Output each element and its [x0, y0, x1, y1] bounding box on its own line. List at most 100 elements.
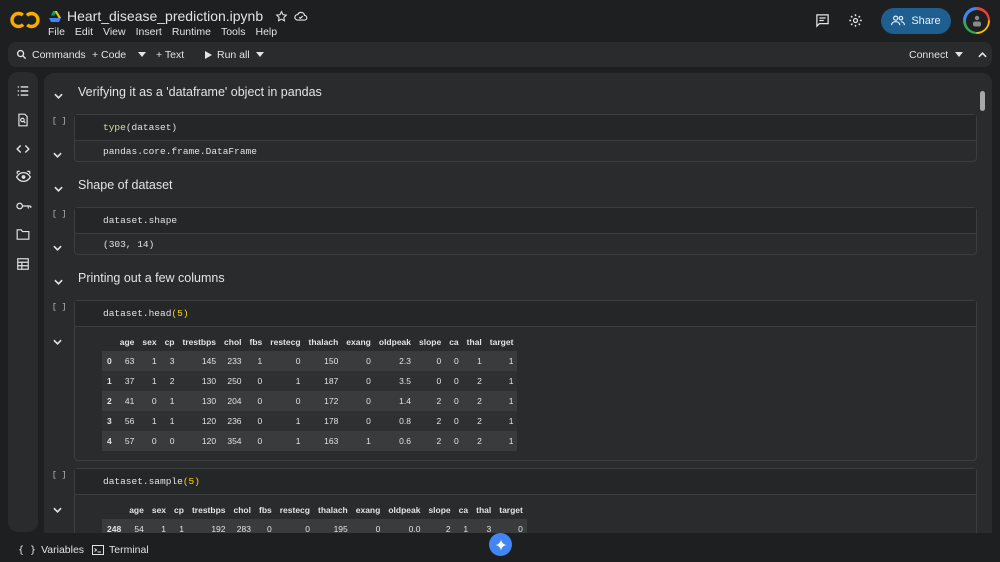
gemini-button[interactable]: [489, 533, 512, 556]
section-heading[interactable]: Printing out a few columns: [44, 263, 992, 293]
column-header: trestbps: [182, 337, 217, 347]
chevron-down-icon[interactable]: [53, 333, 62, 348]
column-header: thalach: [308, 337, 339, 347]
colab-logo[interactable]: [10, 9, 40, 31]
table-cell: 0: [351, 519, 385, 533]
table-cell: 0: [138, 431, 161, 451]
settings-gear-icon[interactable]: [848, 13, 863, 28]
menu-runtime[interactable]: Runtime: [172, 26, 211, 40]
connect-dropdown[interactable]: [955, 42, 963, 67]
table-cell: 1: [138, 371, 161, 391]
section-heading[interactable]: Verifying it as a 'dataframe' object in …: [44, 77, 992, 107]
connect-button[interactable]: Connect: [909, 42, 948, 67]
toolbar-collapse[interactable]: [978, 42, 987, 67]
dataframe-sample-table: age sex cp trestbps chol fbs restecg thalach exa…: [102, 501, 527, 533]
chevron-down-icon[interactable]: [53, 146, 62, 161]
code-editor[interactable]: dataset.shape: [75, 208, 976, 234]
find-replace-icon[interactable]: [16, 113, 30, 127]
table-cell: 130: [178, 391, 221, 411]
code-editor[interactable]: dataset.head(5): [75, 301, 976, 327]
code-cell[interactable]: dataset.sample(5) age sex cp trestbps chol fb…: [74, 468, 977, 533]
cell-output: (303, 14): [103, 239, 155, 250]
table-cell: 0: [266, 351, 305, 371]
commands-button[interactable]: Commands: [16, 42, 86, 67]
code-cell[interactable]: dataset.shape (303, 14): [74, 207, 977, 255]
table-cell: 283: [229, 519, 255, 533]
code-editor[interactable]: dataset.sample(5): [75, 469, 976, 495]
table-cell: 0: [266, 391, 305, 411]
cell-run-button[interactable]: [ ]: [52, 471, 66, 480]
inspect-eye-icon[interactable]: [15, 170, 32, 184]
menu-help[interactable]: Help: [255, 26, 277, 40]
data-table-icon[interactable]: [16, 257, 30, 271]
table-cell: 178: [304, 411, 343, 431]
menu-tools[interactable]: Tools: [221, 26, 246, 40]
chevron-down-icon[interactable]: [53, 501, 62, 516]
search-icon: [16, 49, 27, 60]
star-icon[interactable]: [275, 9, 288, 23]
table-cell: 2: [462, 391, 486, 411]
cloud-saved-icon[interactable]: [294, 10, 308, 22]
table-cell: 1: [266, 371, 305, 391]
code-snippets-icon[interactable]: [16, 142, 30, 156]
table-of-contents-icon[interactable]: [16, 84, 30, 98]
menu-edit[interactable]: Edit: [75, 26, 93, 40]
table-cell: 0: [342, 391, 375, 411]
code-cell[interactable]: type(dataset) pandas.core.frame.DataFram…: [74, 114, 977, 162]
cell-run-button[interactable]: [ ]: [52, 117, 66, 126]
table-cell: 57: [115, 431, 139, 451]
table-cell: 1: [462, 351, 486, 371]
cell-run-button[interactable]: [ ]: [52, 303, 66, 312]
add-code-dropdown[interactable]: [138, 42, 146, 67]
code-line: dataset.shape: [103, 215, 178, 226]
chevron-up-icon: [978, 51, 987, 58]
comments-icon[interactable]: [815, 13, 830, 28]
account-avatar[interactable]: [963, 7, 990, 34]
left-sidebar: [8, 72, 38, 532]
menu-file[interactable]: File: [48, 26, 65, 40]
notebook-title[interactable]: Heart_disease_prediction.ipynb: [67, 8, 263, 24]
add-text-button[interactable]: + Text: [156, 42, 184, 67]
terminal-icon: [92, 545, 104, 555]
menu-view[interactable]: View: [103, 26, 126, 40]
chevron-down-icon[interactable]: [54, 273, 63, 288]
table-cell: 120: [178, 431, 221, 451]
table-cell: 2: [415, 391, 446, 411]
column-header: target: [499, 505, 523, 515]
menu-insert[interactable]: Insert: [136, 26, 162, 40]
run-all-button[interactable]: Run all: [205, 42, 250, 67]
table-cell: 3: [160, 351, 179, 371]
title-row: Heart_disease_prediction.ipynb: [49, 7, 308, 25]
table-cell: 163: [304, 431, 343, 451]
terminal-button[interactable]: Terminal: [92, 544, 149, 556]
table-cell: 1: [485, 351, 518, 371]
table-cell: 3.5: [374, 371, 415, 391]
chevron-down-icon[interactable]: [53, 239, 62, 254]
table-cell: 236: [220, 411, 246, 431]
code-line: dataset.head(5): [103, 308, 189, 319]
table-cell: 250: [220, 371, 246, 391]
files-folder-icon[interactable]: [16, 228, 30, 242]
code-editor[interactable]: type(dataset): [75, 115, 976, 141]
column-header: sex: [142, 337, 157, 347]
column-header: exang: [346, 337, 371, 347]
secrets-key-icon[interactable]: [16, 199, 32, 213]
table-cell: 1: [138, 351, 161, 371]
run-all-dropdown[interactable]: [256, 42, 264, 67]
cell-run-button[interactable]: [ ]: [52, 210, 66, 219]
table-cell: 145: [178, 351, 221, 371]
variables-button[interactable]: { } Variables: [18, 544, 84, 556]
code-cell[interactable]: dataset.head(5) age sex cp trestbps chol fbs r…: [74, 300, 977, 461]
table-cell: 2: [462, 371, 486, 391]
column-header: oldpeak: [378, 337, 411, 347]
share-button[interactable]: Share: [881, 7, 951, 34]
table-cell: 1: [138, 411, 161, 431]
colab-logo-icon: [10, 11, 40, 29]
column-header: chol: [224, 337, 242, 347]
table-cell: 0: [445, 391, 463, 411]
section-heading[interactable]: Shape of dataset: [44, 170, 992, 200]
chevron-down-icon[interactable]: [54, 180, 63, 195]
table-cell: 0: [495, 519, 527, 533]
add-code-button[interactable]: + Code: [92, 42, 126, 67]
chevron-down-icon[interactable]: [54, 87, 63, 102]
